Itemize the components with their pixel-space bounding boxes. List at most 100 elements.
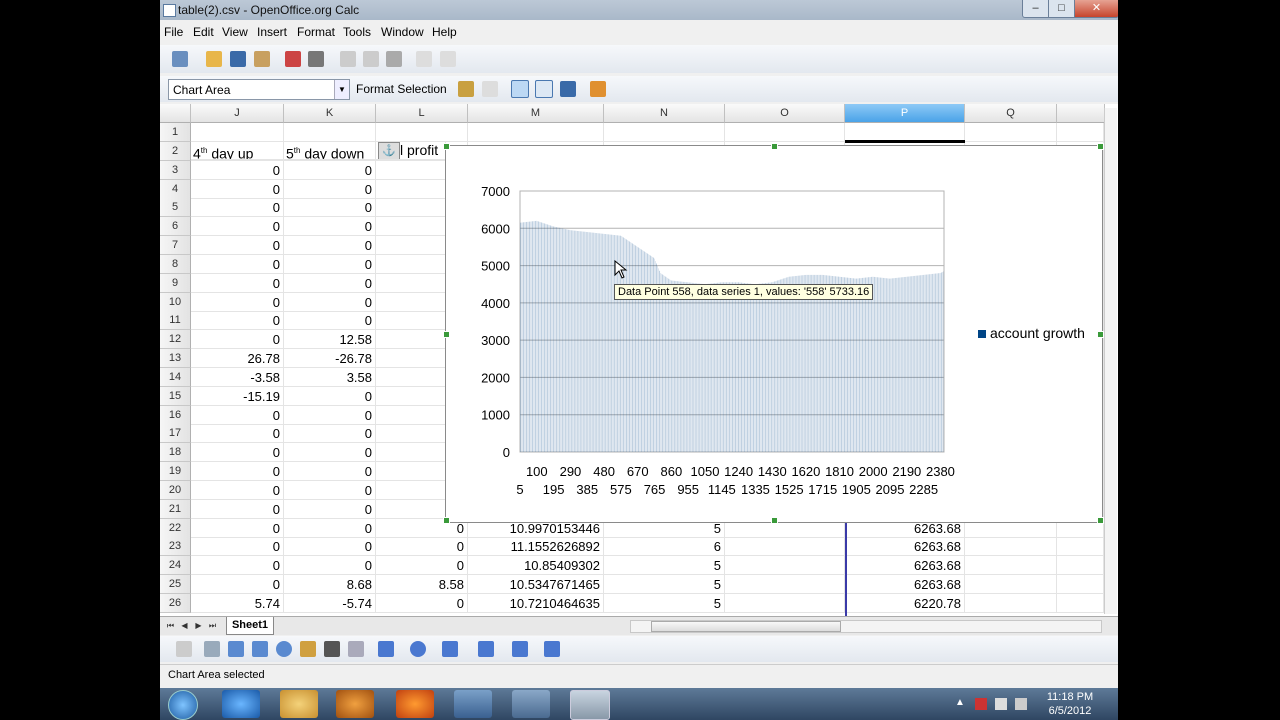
basic-shapes-icon[interactable] bbox=[378, 641, 394, 657]
resize-handle-bottom-right[interactable] bbox=[1097, 517, 1104, 524]
ellipse-icon[interactable] bbox=[276, 641, 292, 657]
calculator-icon[interactable] bbox=[454, 690, 492, 718]
email-icon[interactable] bbox=[254, 51, 270, 67]
cell-k[interactable]: 0 bbox=[284, 217, 376, 237]
redo-icon[interactable] bbox=[440, 51, 456, 67]
callouts-icon[interactable] bbox=[512, 641, 528, 657]
tray-expand-icon[interactable]: ▲ bbox=[955, 697, 965, 708]
cell-j[interactable]: 0 bbox=[191, 537, 284, 557]
arrow-line-icon[interactable] bbox=[228, 641, 244, 657]
cell-j[interactable]: 0 bbox=[191, 254, 284, 274]
cell-nn[interactable] bbox=[604, 123, 725, 142]
cell-k[interactable]: -26.78 bbox=[284, 349, 376, 369]
chevron-down-icon[interactable]: ▼ bbox=[334, 80, 349, 99]
header-5th-day-down[interactable]: 5th day down bbox=[284, 141, 376, 160]
cell-q[interactable] bbox=[965, 594, 1057, 613]
cell-k[interactable]: 0 bbox=[284, 386, 376, 406]
undo-icon[interactable] bbox=[416, 51, 432, 67]
cell-r[interactable] bbox=[1057, 556, 1104, 576]
file-explorer-icon[interactable] bbox=[280, 690, 318, 718]
save-icon[interactable] bbox=[230, 51, 246, 67]
row-header[interactable]: 24 bbox=[160, 556, 191, 576]
cell-k[interactable]: 0 bbox=[284, 311, 376, 331]
row-header[interactable]: 1 bbox=[160, 123, 191, 142]
row-header[interactable]: 21 bbox=[160, 499, 191, 519]
cell-k[interactable]: 0 bbox=[284, 443, 376, 463]
horizontal-grids-icon[interactable] bbox=[511, 80, 529, 98]
row-header[interactable]: 15 bbox=[160, 386, 191, 406]
row-header[interactable]: 16 bbox=[160, 405, 191, 425]
cell-k[interactable]: -5.74 bbox=[284, 594, 376, 613]
spreadsheet-grid[interactable]: J K L M N O P Q 123004005006007008009001… bbox=[160, 104, 1118, 616]
cell-l[interactable]: 0 bbox=[376, 556, 468, 576]
row-header[interactable]: 7 bbox=[160, 236, 191, 256]
cell-nn[interactable]: 5 bbox=[604, 575, 725, 595]
horizontal-scrollbar[interactable] bbox=[630, 620, 1102, 633]
row-header[interactable]: 22 bbox=[160, 518, 191, 538]
cell-k[interactable]: 0 bbox=[284, 292, 376, 312]
paste-icon[interactable] bbox=[386, 51, 402, 67]
scale-text-icon[interactable] bbox=[560, 81, 576, 97]
row-header[interactable]: 18 bbox=[160, 443, 191, 463]
start-button-icon[interactable] bbox=[168, 690, 198, 720]
data-table-icon[interactable] bbox=[482, 81, 498, 97]
resize-handle-bottom-left[interactable] bbox=[443, 517, 450, 524]
col-header-p[interactable]: P bbox=[845, 104, 965, 123]
cell-q[interactable] bbox=[965, 556, 1057, 576]
menu-window[interactable]: Window bbox=[381, 25, 424, 39]
cell-j[interactable]: 0 bbox=[191, 198, 284, 218]
cell-r[interactable] bbox=[1057, 123, 1104, 142]
row-header[interactable]: 23 bbox=[160, 537, 191, 557]
text-icon[interactable] bbox=[324, 641, 340, 657]
cell-p[interactable]: 6263.68 bbox=[845, 537, 965, 557]
cell-k[interactable]: 0 bbox=[284, 556, 376, 576]
menu-insert[interactable]: Insert bbox=[257, 25, 287, 39]
menu-view[interactable]: View bbox=[222, 25, 248, 39]
resize-handle-top-left[interactable] bbox=[443, 143, 450, 150]
cell-j[interactable]: 0 bbox=[191, 575, 284, 595]
cell-j[interactable]: 0 bbox=[191, 462, 284, 482]
col-header-o[interactable]: O bbox=[725, 104, 845, 123]
stars-icon[interactable] bbox=[544, 641, 560, 657]
cell-j[interactable] bbox=[191, 123, 284, 142]
symbol-shapes-icon[interactable] bbox=[410, 641, 426, 657]
cell-l[interactable]: 0 bbox=[376, 594, 468, 613]
cell-q[interactable] bbox=[965, 575, 1057, 595]
new-icon[interactable] bbox=[172, 51, 188, 67]
menu-tools[interactable]: Tools bbox=[343, 25, 371, 39]
row-header[interactable]: 17 bbox=[160, 424, 191, 444]
chart-area[interactable]: 7000 6000 5000 4000 3000 2000 1000 0 100 290 480 67… bbox=[443, 143, 1104, 524]
internet-explorer-icon[interactable] bbox=[222, 690, 260, 718]
row-header[interactable]: 6 bbox=[160, 217, 191, 237]
header-4th-day-up[interactable]: 4th day up bbox=[191, 141, 284, 160]
cell-j[interactable]: 0 bbox=[191, 405, 284, 425]
cell-j[interactable]: 0 bbox=[191, 443, 284, 463]
block-arrows-icon[interactable] bbox=[442, 641, 458, 657]
cell-j[interactable]: 0 bbox=[191, 311, 284, 331]
cell-j[interactable]: 0 bbox=[191, 330, 284, 350]
cell-k[interactable]: 0 bbox=[284, 198, 376, 218]
cell-k[interactable]: 0 bbox=[284, 236, 376, 256]
col-header-l[interactable]: L bbox=[376, 104, 468, 123]
cell-nn[interactable]: 5 bbox=[604, 556, 725, 576]
row-header[interactable]: 25 bbox=[160, 575, 191, 595]
cell-j[interactable]: 0 bbox=[191, 556, 284, 576]
chart-legend[interactable]: account growth bbox=[978, 325, 1085, 341]
cell-k[interactable]: 0 bbox=[284, 424, 376, 444]
horizontal-scroll-thumb[interactable] bbox=[651, 621, 841, 632]
export-pdf-icon[interactable] bbox=[285, 51, 301, 67]
anchor-icon[interactable]: ⚓ bbox=[378, 142, 400, 159]
first-sheet-icon[interactable]: ⏮ bbox=[164, 619, 177, 632]
cell-j[interactable]: 0 bbox=[191, 292, 284, 312]
row-header[interactable]: 20 bbox=[160, 480, 191, 500]
cell-o[interactable] bbox=[725, 556, 845, 576]
cell-k[interactable]: 0 bbox=[284, 480, 376, 500]
row-header[interactable]: 19 bbox=[160, 462, 191, 482]
cell-l[interactable] bbox=[376, 123, 468, 142]
cell-k[interactable]: 0 bbox=[284, 499, 376, 519]
row-header[interactable]: 4 bbox=[160, 179, 191, 199]
cell-j[interactable]: 0 bbox=[191, 480, 284, 500]
next-sheet-icon[interactable]: ▶ bbox=[192, 619, 205, 632]
network-icon[interactable] bbox=[995, 698, 1007, 710]
cell-j[interactable]: 5.74 bbox=[191, 594, 284, 613]
